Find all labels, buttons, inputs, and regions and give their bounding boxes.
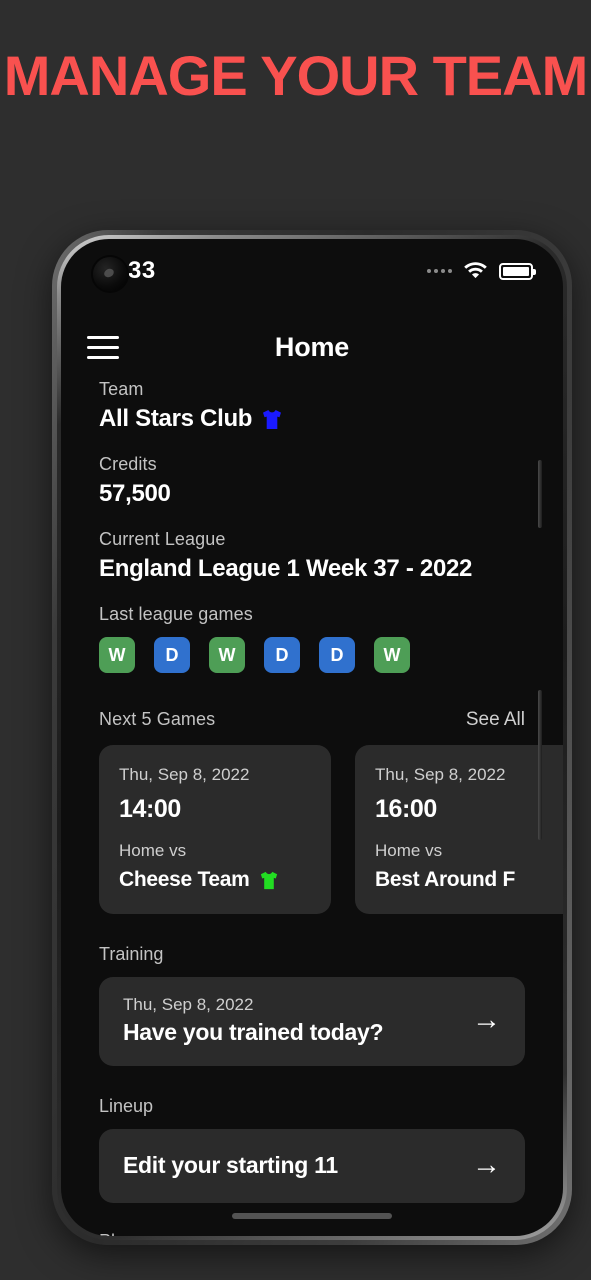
phone-bezel: 9.33 Home Team All Stars Club Credits 57… bbox=[57, 235, 567, 1240]
arrow-right-icon: → bbox=[472, 1004, 501, 1036]
players-label: Players bbox=[99, 1231, 563, 1236]
game-date: Thu, Sep 8, 2022 bbox=[375, 765, 506, 784]
form-badge: D bbox=[319, 637, 355, 673]
form-badge: D bbox=[154, 637, 190, 673]
status-bar: 9.33 bbox=[61, 239, 563, 303]
league-label: Current League bbox=[99, 529, 226, 549]
form-badge: W bbox=[99, 637, 135, 673]
game-time: 14:00 bbox=[119, 795, 181, 823]
next-games-label: Next 5 Games bbox=[99, 709, 216, 729]
power-button[interactable] bbox=[538, 690, 542, 840]
credits-block: Credits 57,500 bbox=[99, 454, 563, 508]
game-side: Home vs bbox=[119, 841, 187, 860]
game-date: Thu, Sep 8, 2022 bbox=[119, 765, 250, 784]
form-badge: D bbox=[264, 637, 300, 673]
phone-frame: 9.33 Home Team All Stars Club Credits 57… bbox=[52, 230, 572, 1245]
hamburger-menu-icon[interactable] bbox=[87, 335, 119, 359]
screenshot-root: MANAGE YOUR TEAM 9.33 Home Team All Star… bbox=[0, 0, 591, 1280]
game-opponent-row: Cheese Team bbox=[119, 868, 311, 892]
team-block: Team All Stars Club bbox=[99, 379, 563, 433]
app-header: Home bbox=[61, 317, 563, 377]
game-card[interactable]: Thu, Sep 8, 2022 16:00 Home vs Best Arou… bbox=[355, 745, 563, 914]
signal-dots-icon bbox=[427, 269, 452, 273]
form-badge: W bbox=[374, 637, 410, 673]
arrow-right-icon: → bbox=[472, 1148, 501, 1181]
credits-value: 57,500 bbox=[99, 480, 171, 507]
lineup-card[interactable]: Edit your starting 11 → bbox=[99, 1129, 525, 1203]
team-name-row: All Stars Club bbox=[99, 405, 563, 433]
jersey-icon bbox=[261, 409, 283, 430]
lineup-title: Edit your starting 11 bbox=[123, 1151, 338, 1178]
league-block: Current League England League 1 Week 37 … bbox=[99, 529, 563, 583]
league-value: England League 1 Week 37 - 2022 bbox=[99, 555, 473, 582]
training-card[interactable]: Thu, Sep 8, 2022 Have you trained today?… bbox=[99, 977, 525, 1066]
game-side: Home vs bbox=[375, 841, 443, 860]
page-headline: MANAGE YOUR TEAM bbox=[3, 44, 588, 107]
team-name: All Stars Club bbox=[99, 405, 253, 432]
volume-button[interactable] bbox=[538, 460, 542, 528]
see-all-link[interactable]: See All bbox=[466, 709, 525, 731]
training-label: Training bbox=[99, 944, 164, 964]
training-text: Thu, Sep 8, 2022 Have you trained today? bbox=[123, 995, 384, 1046]
game-opponent-row: Best Around F bbox=[375, 868, 563, 892]
home-content: Team All Stars Club Credits 57,500 Curre… bbox=[61, 379, 563, 1236]
form-block: Last league games W D W D D W bbox=[99, 604, 563, 673]
game-opponent: Cheese Team bbox=[119, 868, 250, 891]
training-title: Have you trained today? bbox=[123, 1019, 384, 1045]
form-badges: W D W D D W bbox=[99, 637, 563, 673]
credits-label: Credits bbox=[99, 454, 157, 474]
front-camera-punch-hole bbox=[93, 257, 127, 291]
home-indicator[interactable] bbox=[232, 1213, 392, 1219]
form-label: Last league games bbox=[99, 604, 253, 624]
phone-screen: 9.33 Home Team All Stars Club Credits 57… bbox=[61, 239, 563, 1236]
game-opponent: Best Around F bbox=[375, 868, 515, 891]
page-title: Home bbox=[274, 331, 350, 362]
lineup-label: Lineup bbox=[99, 1096, 154, 1116]
battery-full-icon bbox=[499, 262, 536, 280]
form-badge: W bbox=[209, 637, 245, 673]
wifi-icon bbox=[463, 259, 488, 283]
team-label: Team bbox=[99, 379, 144, 399]
training-date: Thu, Sep 8, 2022 bbox=[123, 995, 254, 1014]
jersey-icon bbox=[259, 871, 279, 890]
status-icons bbox=[427, 259, 536, 283]
next-games-list[interactable]: Thu, Sep 8, 2022 14:00 Home vs Cheese Te… bbox=[99, 745, 563, 914]
game-card[interactable]: Thu, Sep 8, 2022 14:00 Home vs Cheese Te… bbox=[99, 745, 331, 914]
next-games-header: Next 5 Games See All bbox=[99, 709, 563, 731]
game-time: 16:00 bbox=[375, 795, 437, 823]
